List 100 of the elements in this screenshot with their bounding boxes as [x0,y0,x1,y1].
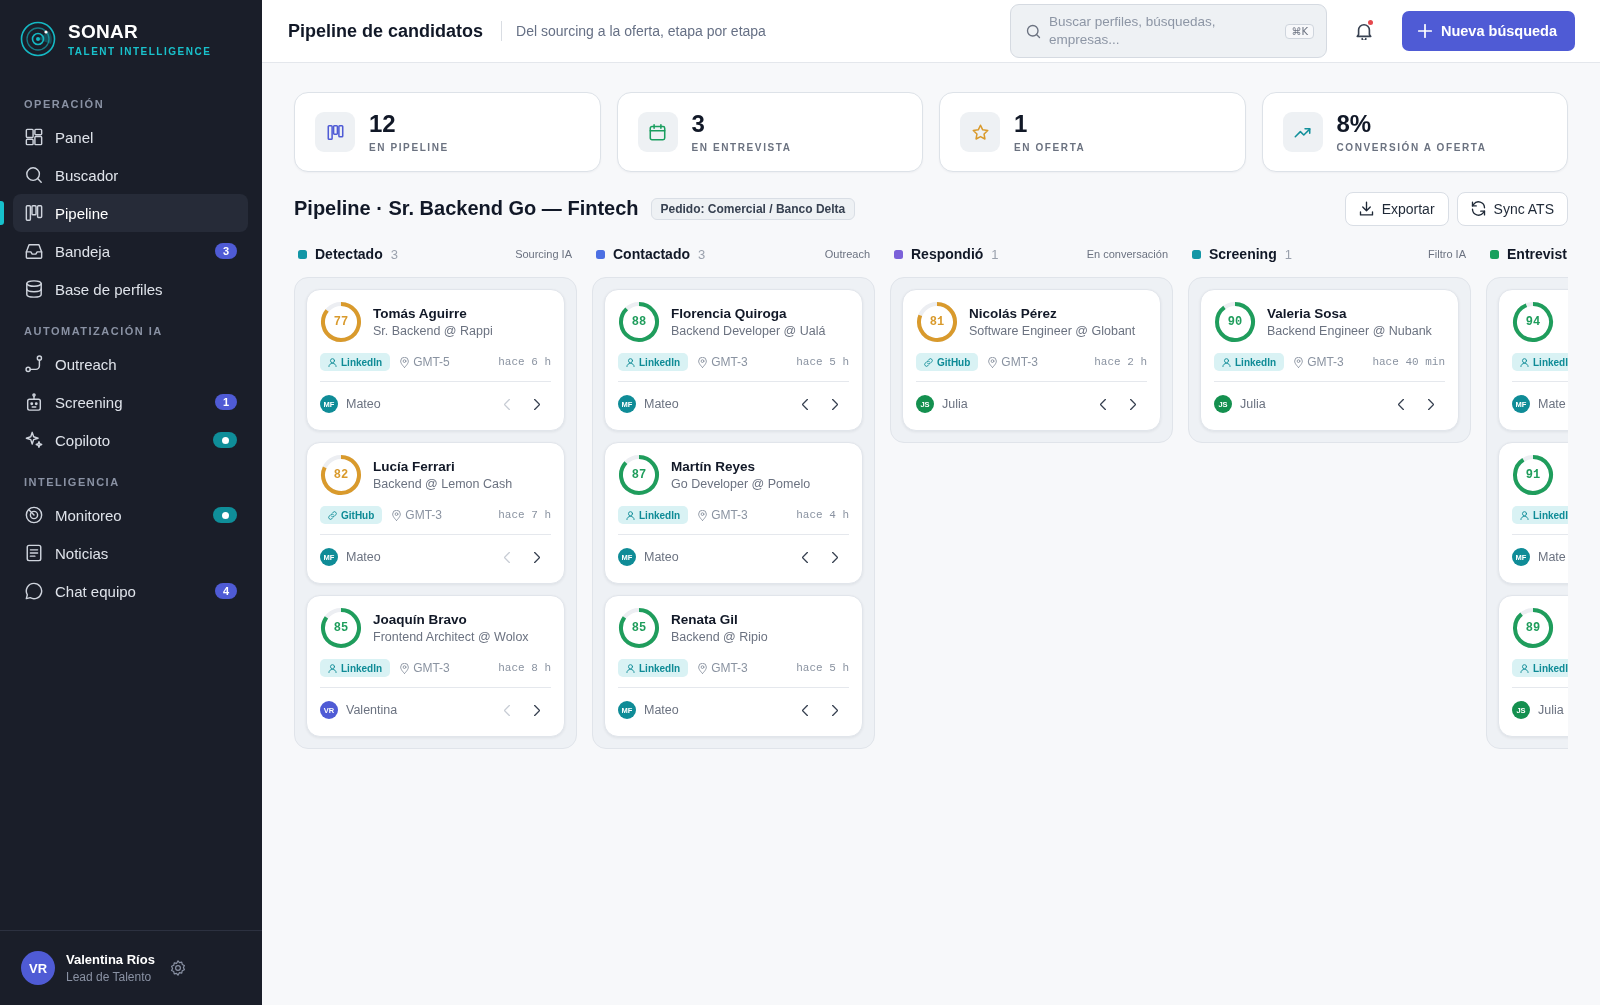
page-title: Pipeline de candidatos [288,20,484,42]
score-value: 85 [630,620,648,637]
score-value: 90 [1226,314,1244,331]
sync-button[interactable]: Sync ATS [1456,191,1568,226]
calendar-icon [637,112,678,152]
chevron-right-icon [534,704,540,716]
chevron-left-icon [504,398,510,410]
source-link[interactable]: GitHub [916,353,979,371]
settings-button[interactable] [169,960,186,976]
dashboard-icon [25,128,43,146]
plus-icon [1417,24,1432,38]
export-button[interactable]: Exportar [1344,191,1449,226]
owner-name: Mate [1538,550,1566,564]
chevron-left-icon [1100,398,1106,410]
logo-icon [20,21,56,57]
time-ago: hace 8 h [498,662,551,674]
stage-count: 1 [1284,246,1292,262]
location-pin-icon [1294,356,1304,368]
time-ago: hace 6 h [498,356,551,368]
stat-label: CONVERSIÓN A OFERTA [1336,141,1487,154]
time-ago: hace 5 h [796,356,849,368]
nav-item[interactable]: Bandeja [13,232,207,270]
candidate-role: Sr. Backend @ Rappi [373,322,493,340]
owner-name: Julia [1538,703,1564,717]
chevron-right-icon [534,398,540,410]
candidate-role: Software Engineer @ Globant [969,322,1136,340]
stat-value: 12 [369,110,397,138]
refresh-icon [1470,201,1486,216]
stage-name: Detectado [315,246,383,262]
bell-icon [1354,22,1373,40]
time-ago: hace 7 h [498,509,551,521]
candidate-name: Tomás Aguirre [373,304,468,323]
document-icon [25,544,43,562]
candidate-name: Florencia Quiroga [671,304,788,323]
stage-name: Entrevist [1507,246,1567,262]
stage-count: 1 [991,246,999,262]
new-search-button[interactable]: Nueva búsqueda [1401,11,1575,51]
stage-note: Outreach [824,248,870,260]
search-input[interactable]: Buscar perfiles, búsquedas, empresas... [1048,13,1278,49]
board-title: Pipeline · Sr. Backend Go — Fintech [294,197,639,220]
nav-item[interactable]: Pipeline [13,194,248,232]
candidate-role: Go Developer @ Pomelo [671,475,811,493]
score-value: 87 [630,467,648,484]
nav-section-label: AUTOMATIZACIÓN IA [23,324,163,338]
stat-value: 3 [691,110,706,138]
route-icon [25,355,43,373]
source-link[interactable]: GitHub [320,506,383,524]
inbox-icon [25,242,43,260]
stage-note: En conversación [1086,248,1168,260]
kanban-icon [25,204,43,222]
database-icon [25,280,43,298]
person-icon [1520,663,1529,673]
location-pin-icon [392,509,402,521]
location-pin-icon [698,662,708,674]
brand-name: SONAR [68,20,140,42]
stat-label: EN PIPELINE [369,141,449,154]
stage-name: Contactado [613,246,690,262]
stat-value: 1 [1014,110,1029,138]
time-ago: hace 4 h [796,509,849,521]
time-ago: hace 2 h [1094,356,1147,368]
nav-item[interactable]: Chat equipo [13,572,207,610]
nav-item[interactable]: Monitoreo [13,496,205,534]
owner-name: Mateo [644,703,679,717]
candidate-role: Backend @ Ripio [671,628,768,646]
location-pin-icon [400,662,410,674]
chevron-left-icon [802,398,808,410]
user-name: Valentina Ríos [66,951,155,968]
stage-name: Screening [1209,246,1277,262]
score-value: 94 [1524,314,1542,331]
nav-item[interactable]: Copiloto [13,421,205,459]
search-icon [25,166,43,184]
active-indicator [0,201,4,225]
count-badge: 1 [214,394,237,410]
location-pin-icon [988,356,998,368]
candidate-name: Joaquín Bravo [373,610,468,629]
search-bar[interactable]: Buscar perfiles, búsquedas, empresas... ⌘K [1009,4,1327,58]
nav-item[interactable]: Noticias [13,534,248,572]
nav-item[interactable]: Screening [13,383,207,421]
candidate-name: Renata Gil [671,610,739,629]
stage-name: Respondió [911,246,984,262]
nav-item[interactable]: Base de perfiles [13,270,248,308]
link-icon [924,357,933,367]
nav-item[interactable]: Outreach [13,345,248,383]
location-pin-icon [698,509,708,521]
radar-icon [25,506,43,524]
count-badge: 4 [214,583,237,599]
owner-name: Mate [1538,397,1566,411]
chat-bubble-icon [25,582,43,600]
owner-name: Mateo [644,550,679,564]
chevron-right-icon [534,551,540,563]
sparkle-icon [25,431,43,449]
download-icon [1358,201,1374,216]
chevron-left-icon [802,704,808,716]
candidate-role: Backend @ Lemon Cash [373,475,513,493]
candidate-name: Valeria Sosa [1267,304,1348,323]
score-value: 89 [1524,620,1542,637]
person-icon [328,663,337,673]
nav-item[interactable]: Buscador [13,156,248,194]
score-value: 85 [332,620,350,637]
nav-item[interactable]: Panel [13,118,248,156]
